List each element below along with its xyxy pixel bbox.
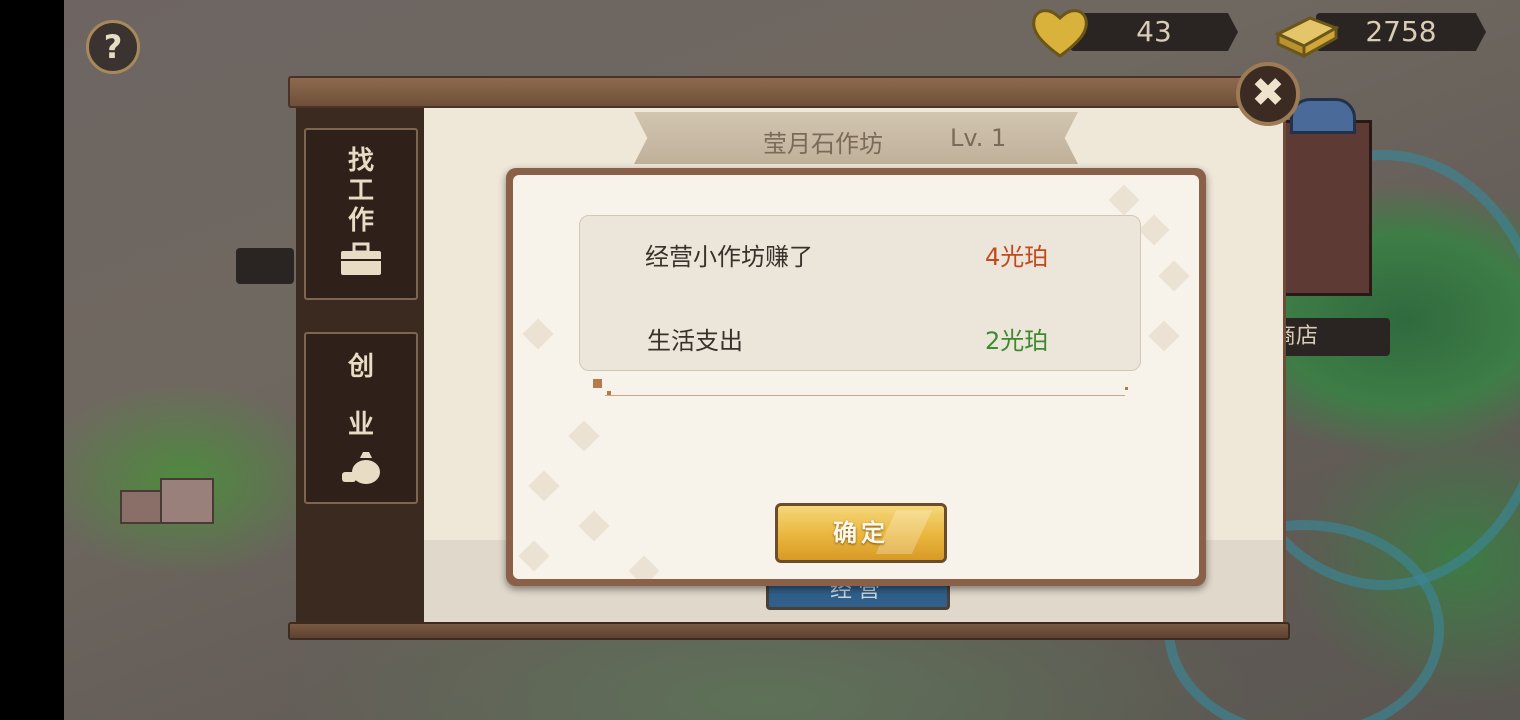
decor-diamond <box>628 555 660 579</box>
gold-chest-icon <box>1270 4 1342 59</box>
decor-diamond <box>518 540 550 572</box>
panel-bottom-rail <box>288 622 1290 640</box>
tab-find-job-char: 工 <box>347 176 374 206</box>
tab-business-char: 创 <box>347 352 374 382</box>
help-button[interactable]: ? <box>86 20 140 74</box>
divider-line <box>605 395 1125 396</box>
close-button[interactable]: ✖ <box>1236 62 1300 126</box>
tab-find-job[interactable]: 找 工 作 <box>304 128 418 300</box>
workshop-title: 莹月石作坊 <box>763 130 883 158</box>
decor-diamond <box>1158 260 1190 292</box>
confirm-button[interactable]: 确定 <box>775 503 947 563</box>
decor-diamond <box>568 420 600 452</box>
village-house <box>120 490 164 524</box>
building-roof <box>1290 98 1356 134</box>
income-value: 4光珀 <box>985 243 1049 271</box>
divider-ornament <box>593 379 602 388</box>
tab-business-char: 业 <box>347 410 374 440</box>
workshop-level: Lv. 1 <box>950 124 1007 152</box>
tab-find-job-char: 找 <box>347 146 374 176</box>
hearts-value: 43 <box>1136 15 1172 48</box>
expense-value: 2光珀 <box>985 327 1049 355</box>
decor-diamond <box>1148 320 1180 352</box>
panel-top-rail <box>288 76 1248 108</box>
decor-diamond <box>528 470 560 502</box>
expense-label: 生活支出 <box>647 327 743 355</box>
confirm-label: 确定 <box>833 519 889 547</box>
decor-diamond <box>1138 214 1170 246</box>
close-icon: ✖ <box>1251 70 1285 116</box>
screen-left-bar <box>0 0 64 720</box>
briefcase-icon <box>306 242 416 285</box>
heart-icon <box>1030 6 1090 58</box>
gold-value: 2758 <box>1365 15 1437 48</box>
hearts-counter: 43 <box>1070 13 1238 51</box>
decor-diamond <box>522 318 554 350</box>
decor-diamond <box>578 510 610 542</box>
help-icon: ? <box>103 28 123 66</box>
money-bag-icon <box>306 446 416 493</box>
divider-ornament <box>1125 387 1128 390</box>
building-tower <box>1280 120 1372 296</box>
tab-start-business[interactable]: 创 业 <box>304 332 418 504</box>
dialog-content: 经营小作坊赚了 4光珀 生活支出 2光珀 确定 <box>513 175 1199 579</box>
income-label: 经营小作坊赚了 <box>645 243 813 271</box>
signpost <box>236 248 294 284</box>
income-summary-dialog: 经营小作坊赚了 4光珀 生活支出 2光珀 确定 <box>506 168 1206 586</box>
tab-find-job-char: 作 <box>347 206 374 236</box>
decor-diamond <box>1108 184 1140 216</box>
village-house <box>160 478 214 524</box>
